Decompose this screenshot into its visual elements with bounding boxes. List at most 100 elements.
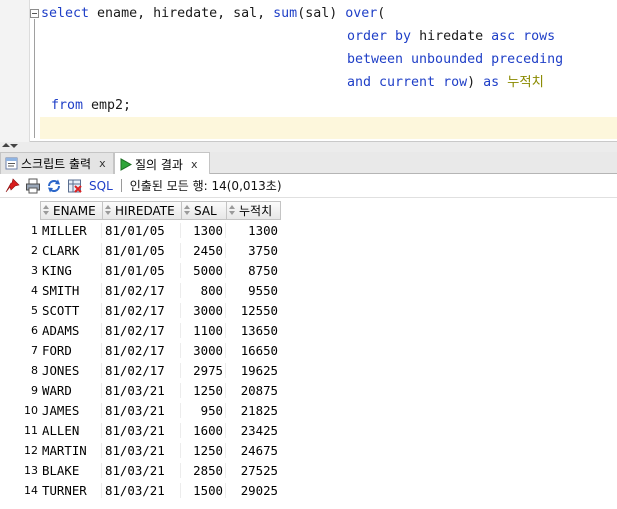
cell-ename: MARTIN	[40, 442, 102, 458]
collapse-up-icon[interactable]	[2, 143, 10, 147]
table-row[interactable]: 1 MILLER 81/01/05 1300 1300	[0, 220, 281, 240]
cell-hiredate: 81/03/21	[102, 442, 181, 458]
table-row[interactable]: 12 MARTIN 81/03/21 1250 24675	[0, 440, 281, 460]
cell-cumulative: 21825	[240, 402, 278, 418]
row-number[interactable]: 4	[0, 284, 40, 297]
close-icon[interactable]: x	[191, 158, 198, 171]
row-number[interactable]: 9	[0, 384, 40, 397]
result-tabbar: 스크립트 출력 x 질의 결과 x	[0, 152, 617, 175]
current-line-highlight	[40, 117, 617, 139]
sql-identifier: emp2;	[91, 98, 132, 113]
column-label: SAL	[194, 203, 217, 218]
cell-hiredate: 81/03/21	[102, 422, 181, 438]
collapse-down-icon[interactable]	[10, 144, 18, 148]
table-row[interactable]: 4 SMITH 81/02/17 800 9550	[0, 280, 281, 300]
refresh-button[interactable]	[45, 177, 63, 195]
row-number[interactable]: 3	[0, 264, 40, 277]
table-row[interactable]: 9 WARD 81/03/21 1250 20875	[0, 380, 281, 400]
tab-script-output[interactable]: 스크립트 출력 x	[0, 152, 114, 174]
cell-sal: 5000	[181, 262, 226, 278]
sql-keyword: sum	[273, 6, 298, 21]
cell-sal: 1300	[181, 222, 226, 238]
row-number[interactable]: 6	[0, 324, 40, 337]
pin-icon	[5, 177, 20, 192]
pin-button[interactable]	[3, 177, 21, 195]
cell-cumulative: 23425	[240, 422, 278, 438]
cell-hiredate: 81/02/17	[102, 362, 181, 378]
cell-hiredate: 81/02/17	[102, 282, 181, 298]
refresh-icon	[48, 179, 60, 192]
sql-identifier: ename, hiredate, sal,	[97, 6, 274, 21]
row-number[interactable]: 1	[0, 224, 40, 237]
sql-identifier: (sal)	[297, 6, 346, 21]
tab-label: 질의 결과	[135, 157, 183, 172]
table-row[interactable]: 10 JAMES 81/03/21 950 21825	[0, 400, 281, 420]
cell-sal: 3000	[181, 302, 226, 318]
row-number[interactable]: 8	[0, 364, 40, 377]
column-header-cumulative[interactable]: 누적치	[226, 201, 281, 220]
cell-hiredate: 81/03/21	[102, 382, 181, 398]
close-icon[interactable]: x	[99, 157, 106, 170]
tab-query-result[interactable]: 질의 결과 x	[114, 152, 210, 175]
sql-button[interactable]: SQL	[89, 179, 113, 193]
sort-icon	[228, 204, 237, 217]
row-number[interactable]: 14	[0, 484, 40, 497]
row-number[interactable]: 7	[0, 344, 40, 357]
cell-cumulative: 29025	[240, 482, 278, 498]
row-number[interactable]: 10	[0, 404, 40, 417]
table-row[interactable]: 14 TURNER 81/03/21 1500 29025	[0, 480, 281, 500]
cell-sal: 1500	[181, 482, 226, 498]
cell-ename: SMITH	[40, 282, 102, 298]
table-row[interactable]: 2 CLARK 81/01/05 2450 3750	[0, 240, 281, 260]
cell-hiredate: 81/02/17	[102, 342, 181, 358]
table-row[interactable]: 3 KING 81/01/05 5000 8750	[0, 260, 281, 280]
sql-editor[interactable]: select ename, hiredate, sal, sum(sal) ov…	[0, 0, 617, 142]
cell-sal: 2975	[181, 362, 226, 378]
row-number[interactable]: 5	[0, 304, 40, 317]
column-header-hiredate[interactable]: HIREDATE	[102, 201, 181, 220]
result-grid[interactable]: ENAME HIREDATE SAL 누적치 1 MILLER 81/01/05 13…	[0, 199, 617, 509]
cell-sal: 950	[181, 402, 226, 418]
column-header-sal[interactable]: SAL	[181, 201, 226, 220]
cell-cumulative: 8750	[248, 262, 278, 278]
row-number[interactable]: 2	[0, 244, 40, 257]
table-row[interactable]: 8 JONES 81/02/17 2975 19625	[0, 360, 281, 380]
column-label: HIREDATE	[115, 203, 175, 218]
cell-hiredate: 81/03/21	[102, 482, 181, 498]
tab-label: 스크립트 출력	[21, 157, 92, 171]
cell-hiredate: 81/03/21	[102, 402, 181, 418]
sql-keyword: over	[345, 6, 378, 21]
panel-splitter[interactable]	[0, 142, 617, 152]
table-row[interactable]: 5 SCOTT 81/02/17 3000 12550	[0, 300, 281, 320]
cell-hiredate: 81/01/05	[102, 242, 181, 258]
sort-icon	[104, 204, 113, 217]
table-row[interactable]: 7 FORD 81/02/17 3000 16650	[0, 340, 281, 360]
cell-sal: 3000	[181, 342, 226, 358]
cell-ename: MILLER	[40, 222, 102, 238]
row-number[interactable]: 13	[0, 464, 40, 477]
table-row[interactable]: 11 ALLEN 81/03/21 1600 23425	[0, 420, 281, 440]
sql-keyword: and current row	[347, 75, 468, 90]
column-label: ENAME	[53, 203, 96, 218]
sql-identifier: )	[467, 75, 484, 90]
cell-hiredate: 81/03/21	[102, 462, 181, 478]
run-icon	[120, 157, 132, 171]
column-alias: 누적치	[507, 75, 544, 90]
code-line-5: from emp2;	[51, 97, 131, 115]
table-row[interactable]: 6 ADAMS 81/02/17 1100 13650	[0, 320, 281, 340]
grid-header: ENAME HIREDATE SAL 누적치	[40, 201, 281, 220]
table-row[interactable]: 13 BLAKE 81/03/21 2850 27525	[0, 460, 281, 480]
row-number[interactable]: 11	[0, 424, 40, 437]
print-button[interactable]	[24, 177, 42, 195]
row-number[interactable]: 12	[0, 444, 40, 457]
sql-keyword: from	[51, 98, 92, 113]
cell-ename: SCOTT	[40, 302, 102, 318]
sql-identifier: hiredate	[419, 29, 492, 44]
code-fold-toggle[interactable]	[30, 9, 39, 18]
cell-ename: KING	[40, 262, 102, 278]
cell-sal: 800	[181, 282, 226, 298]
cell-cumulative: 13650	[240, 322, 278, 338]
export-button[interactable]	[66, 177, 84, 195]
toolbar-separator	[120, 179, 122, 192]
column-header-ename[interactable]: ENAME	[40, 201, 102, 220]
